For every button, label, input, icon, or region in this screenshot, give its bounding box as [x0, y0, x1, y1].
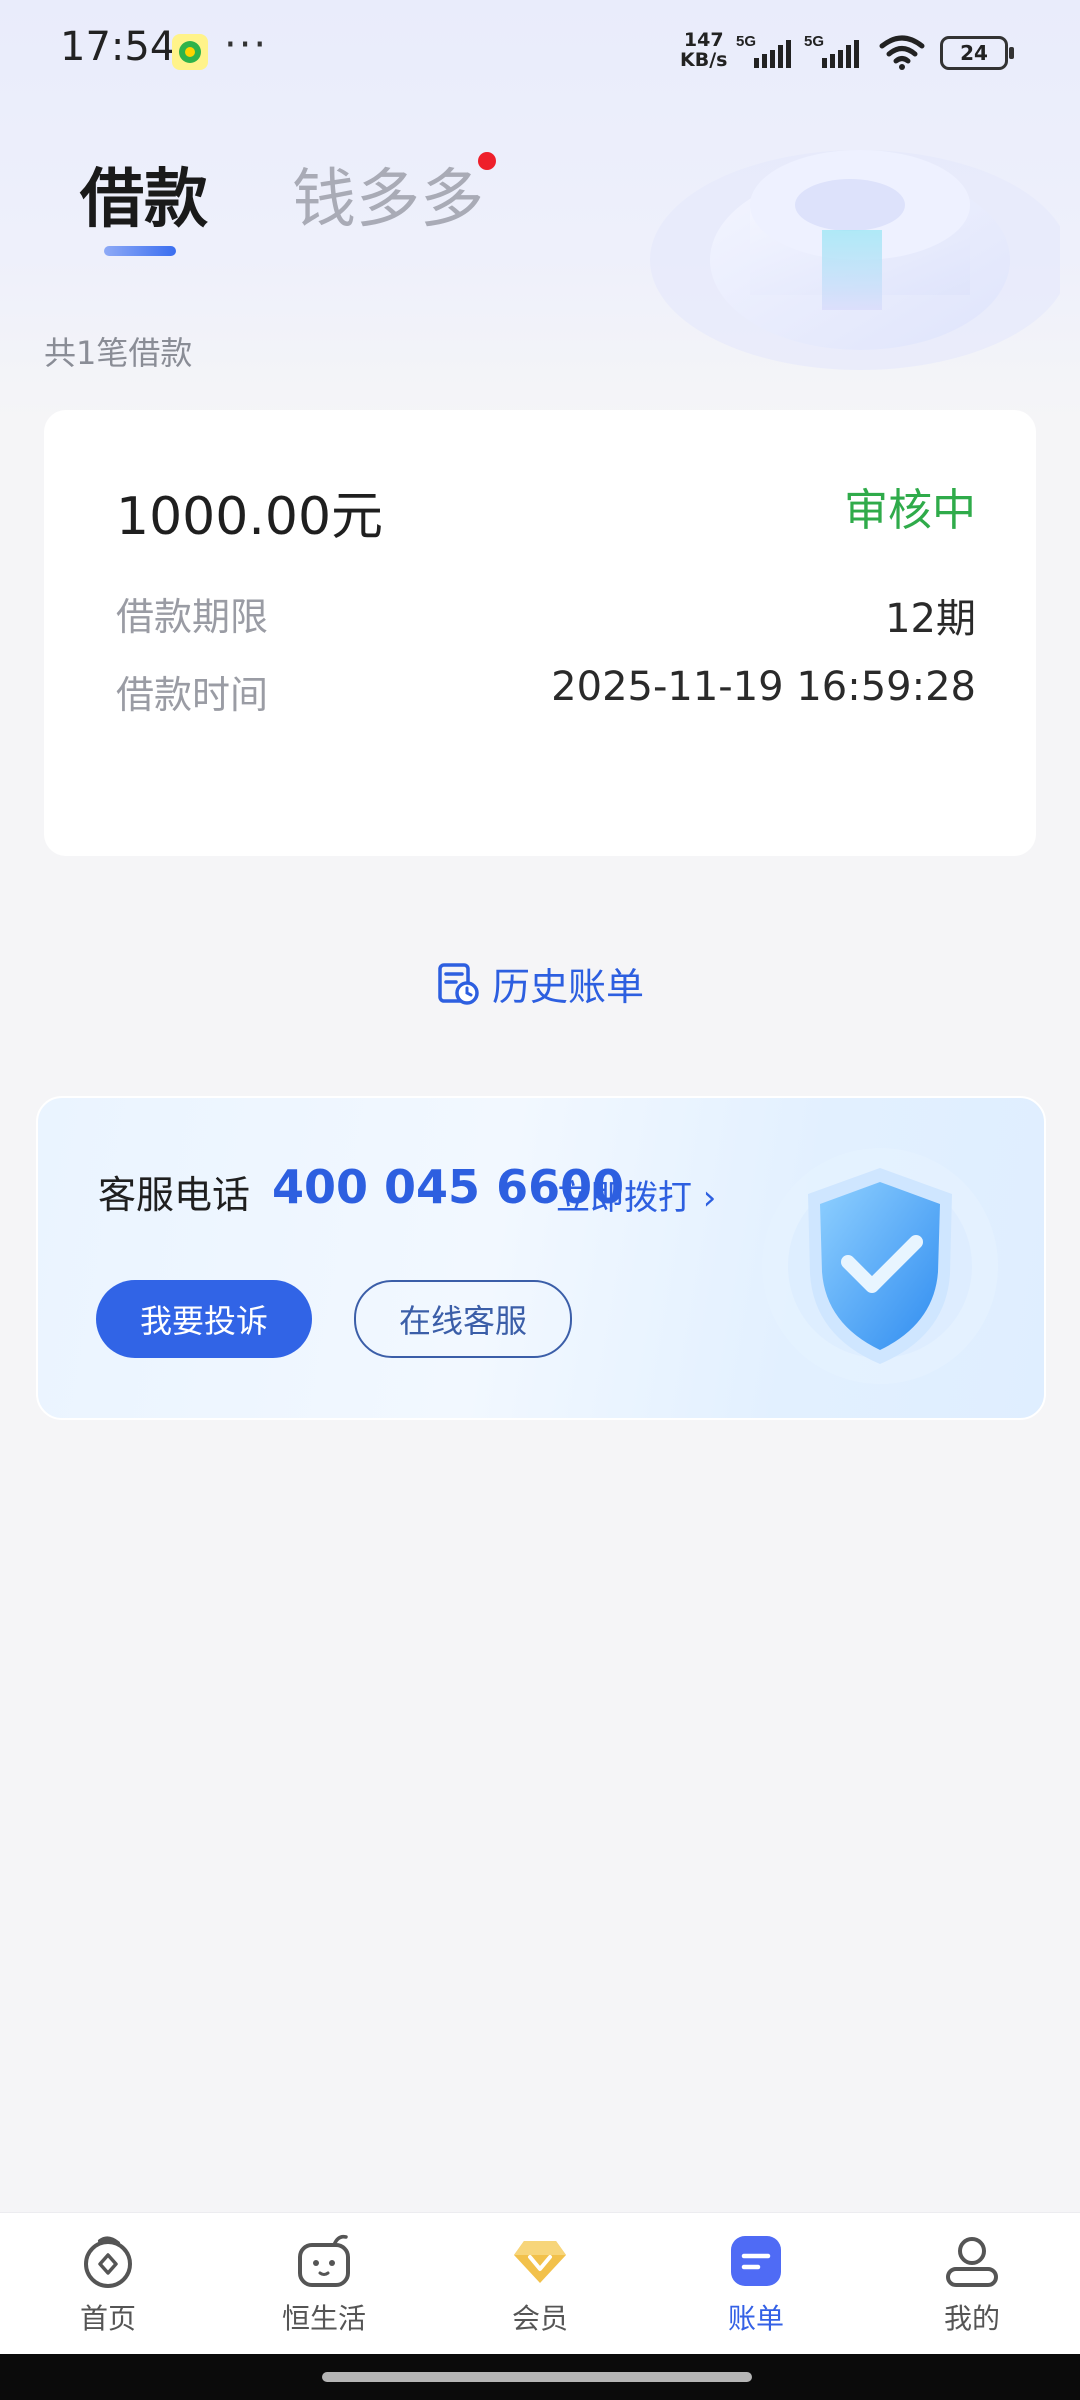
- network-speed: 147 KB/s: [680, 30, 727, 70]
- vip-diamond-icon: [514, 2241, 566, 2283]
- net-speed-unit: KB/s: [680, 49, 728, 71]
- loan-amount: 1000.00元: [116, 487, 384, 547]
- loan-card[interactable]: 1000.00元 审核中 借款期限 12期 借款时间 2025-11-19 16…: [44, 410, 1036, 856]
- loan-time-label: 借款时间: [116, 673, 269, 717]
- nav-vip-label: 会员: [511, 2302, 568, 2335]
- system-gesture-bar: [0, 2354, 1080, 2400]
- home-icon: [84, 2236, 132, 2288]
- nav-profile[interactable]: 我的: [902, 2231, 1042, 2337]
- tab-badge-dot: [478, 152, 496, 170]
- net-speed-value: 147: [683, 29, 724, 51]
- status-bar: 17:54 ··· 147 KB/s 5G 5G 24: [0, 0, 1080, 100]
- shield-check-icon: [762, 1148, 998, 1384]
- loan-count-text: 共1笔借款: [44, 334, 193, 372]
- life-icon: [298, 2234, 350, 2287]
- nav-profile-label: 我的: [943, 2302, 1000, 2335]
- status-time: 17:54: [60, 24, 176, 70]
- customer-service-card: 客服电话 400 045 6600 立即拨打 › 我要投诉 在线客服: [36, 1096, 1046, 1420]
- tab-loan[interactable]: 借款: [80, 148, 208, 240]
- loan-term-value: 12期: [885, 596, 976, 642]
- more-notifications-icon: ···: [224, 22, 269, 68]
- history-bills-link[interactable]: 历史账单: [436, 956, 644, 1011]
- nav-home[interactable]: 首页: [38, 2231, 178, 2337]
- svg-text:5G: 5G: [736, 33, 756, 50]
- call-now-link[interactable]: 立即拨打 ›: [556, 1170, 716, 1219]
- wifi-icon: [879, 35, 925, 70]
- nav-life[interactable]: 恒生活: [254, 2231, 394, 2337]
- active-tab-indicator: [104, 246, 176, 256]
- nav-vip[interactable]: 会员: [470, 2231, 610, 2337]
- bill-icon: [731, 2236, 781, 2286]
- home-gesture-handle[interactable]: [322, 2372, 752, 2382]
- profile-icon: [946, 2237, 998, 2287]
- nav-home-label: 首页: [79, 2302, 136, 2335]
- history-bill-icon: [438, 962, 479, 1005]
- service-phone-label: 客服电话: [98, 1173, 251, 1217]
- nav-life-label: 恒生活: [281, 2302, 366, 2335]
- battery-indicator: 24: [940, 36, 1014, 70]
- loan-status: 审核中: [844, 485, 976, 536]
- music-app-notification-icon: [172, 34, 208, 70]
- nav-bill[interactable]: 账单: [686, 2231, 826, 2337]
- signal-sim2-icon: 5G: [804, 33, 859, 68]
- online-service-button[interactable]: 在线客服: [354, 1280, 572, 1358]
- bottom-navigation: 首页 恒生活 会员 账单 我的: [0, 2212, 1080, 2355]
- history-bills-label: 历史账单: [492, 965, 645, 1009]
- complain-button[interactable]: 我要投诉: [96, 1280, 312, 1358]
- nav-bill-label: 账单: [727, 2302, 784, 2335]
- signal-sim1-icon: 5G: [736, 33, 791, 68]
- loan-term-label: 借款期限: [116, 595, 269, 639]
- tab-qianduoduo[interactable]: 钱多多: [292, 148, 484, 240]
- loan-time-value: 2025-11-19 16:59:28: [551, 664, 976, 710]
- loan-page: 17:54 ··· 147 KB/s 5G 5G 24 借款 钱多多 共1笔借款…: [0, 0, 1080, 2400]
- svg-text:5G: 5G: [804, 33, 824, 50]
- ring-decoration-icon: [650, 150, 1060, 370]
